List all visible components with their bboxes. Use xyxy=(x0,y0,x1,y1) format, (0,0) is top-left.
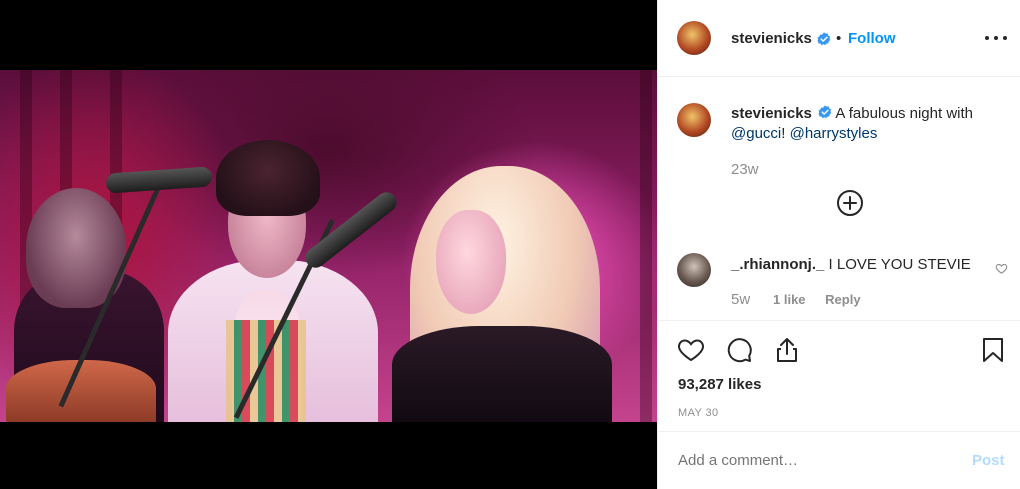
plus-circle-icon[interactable] xyxy=(836,189,864,217)
commenter-avatar[interactable] xyxy=(677,253,711,287)
verified-badge-icon xyxy=(818,105,832,119)
post-actions: 93,287 likes MAY 30 xyxy=(658,320,1020,432)
caption-text: A fabulous night with xyxy=(832,105,973,122)
caption-username[interactable]: stevienicks xyxy=(731,105,812,122)
guitar xyxy=(6,360,156,422)
more-options-icon[interactable] xyxy=(981,26,1011,50)
comment-text: I LOVE YOU STEVIE xyxy=(828,256,971,273)
post-photo[interactable] xyxy=(0,70,657,422)
comment-body: _.rhiannonj._ I LOVE YOU STEVIE xyxy=(731,255,971,275)
comment-meta: 1 like Reply xyxy=(773,292,877,307)
author-avatar[interactable] xyxy=(677,21,711,55)
caption-text: ! xyxy=(781,125,790,142)
comment-icon[interactable] xyxy=(725,336,753,364)
likes-count[interactable]: 93,287 likes xyxy=(678,376,761,393)
comment-username[interactable]: _.rhiannonj._ xyxy=(731,256,824,273)
comment-timestamp[interactable]: 5w xyxy=(731,291,750,308)
stage-curtain xyxy=(640,70,652,422)
stevie-outfit xyxy=(392,326,612,422)
post-date[interactable]: MAY 30 xyxy=(678,407,719,419)
comment-reply-button[interactable]: Reply xyxy=(825,292,860,307)
bookmark-icon[interactable] xyxy=(979,336,1007,364)
heart-icon[interactable] xyxy=(677,336,705,364)
post-comment-button[interactable]: Post xyxy=(972,452,1005,469)
post-media[interactable] xyxy=(0,0,657,489)
post-side-panel: stevienicks • Follow stevienicks A fabul… xyxy=(657,0,1020,489)
add-comment-input[interactable] xyxy=(678,452,938,469)
caption-timestamp[interactable]: 23w xyxy=(731,161,759,178)
post-header: stevienicks • Follow xyxy=(658,0,1020,77)
stevie-face xyxy=(436,210,506,314)
verified-badge-icon xyxy=(817,32,831,46)
follow-button[interactable]: Follow xyxy=(848,30,896,47)
caption-avatar[interactable] xyxy=(677,103,711,137)
singer-hair xyxy=(216,140,320,216)
post-caption: stevienicks A fabulous night with @gucci… xyxy=(731,104,1006,144)
share-icon[interactable] xyxy=(773,336,801,364)
mention-link[interactable]: @harrystyles xyxy=(790,125,878,142)
author-username[interactable]: stevienicks xyxy=(731,30,812,47)
mention-link[interactable]: @gucci xyxy=(731,125,781,142)
comment-heart-icon[interactable] xyxy=(995,262,1008,275)
header-separator: • xyxy=(836,30,842,47)
comment-like-count[interactable]: 1 like xyxy=(773,292,806,307)
